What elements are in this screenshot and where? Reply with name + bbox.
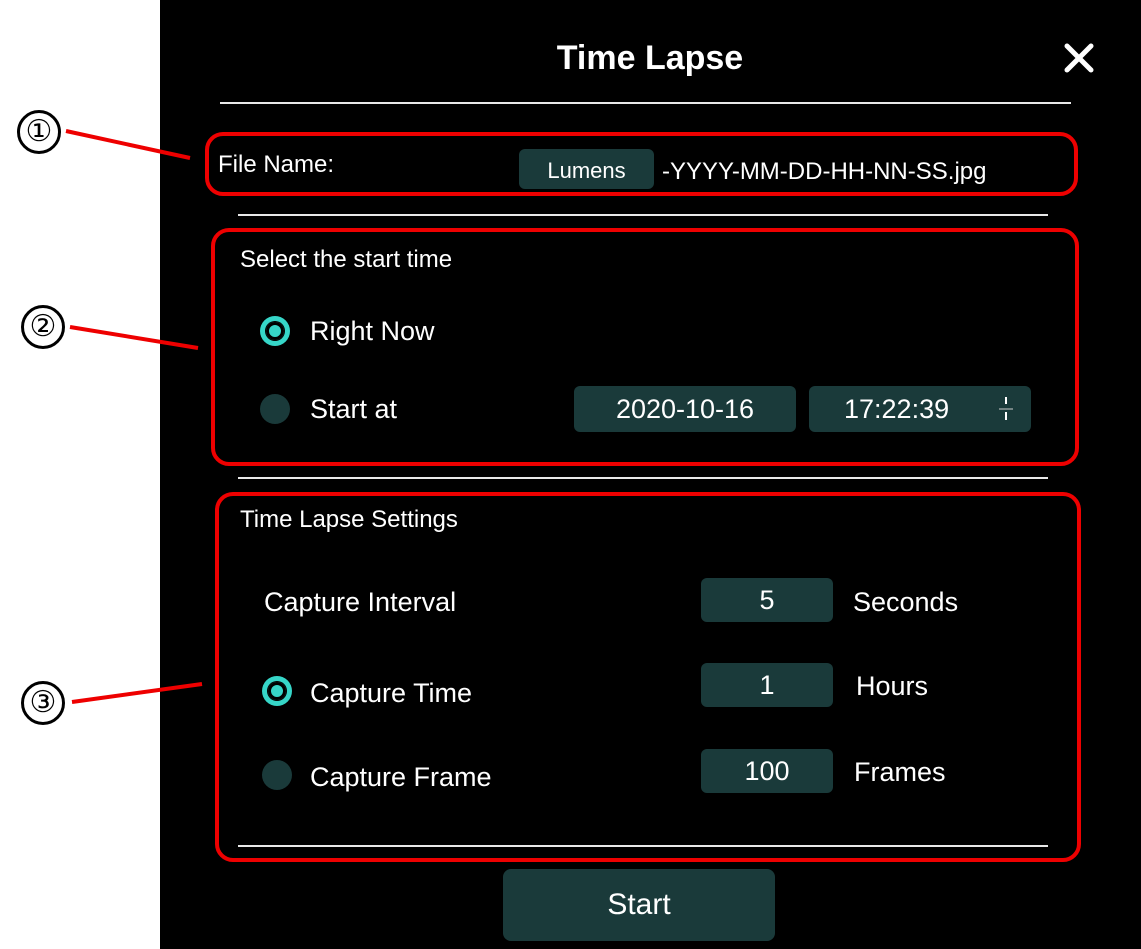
callout-box-2: [211, 228, 1079, 466]
callout-marker-3: ③: [21, 681, 65, 725]
dialog-title: Time Lapse: [556, 39, 744, 77]
close-icon[interactable]: [1055, 34, 1103, 82]
callout-marker-1: ①: [17, 110, 61, 154]
divider-2: [238, 214, 1048, 216]
callout-box-1: [205, 132, 1078, 196]
callout-marker-2: ②: [21, 305, 65, 349]
start-button[interactable]: Start: [503, 869, 775, 941]
divider-3: [238, 477, 1048, 479]
divider-top: [220, 102, 1071, 104]
callout-box-3: [215, 492, 1081, 862]
